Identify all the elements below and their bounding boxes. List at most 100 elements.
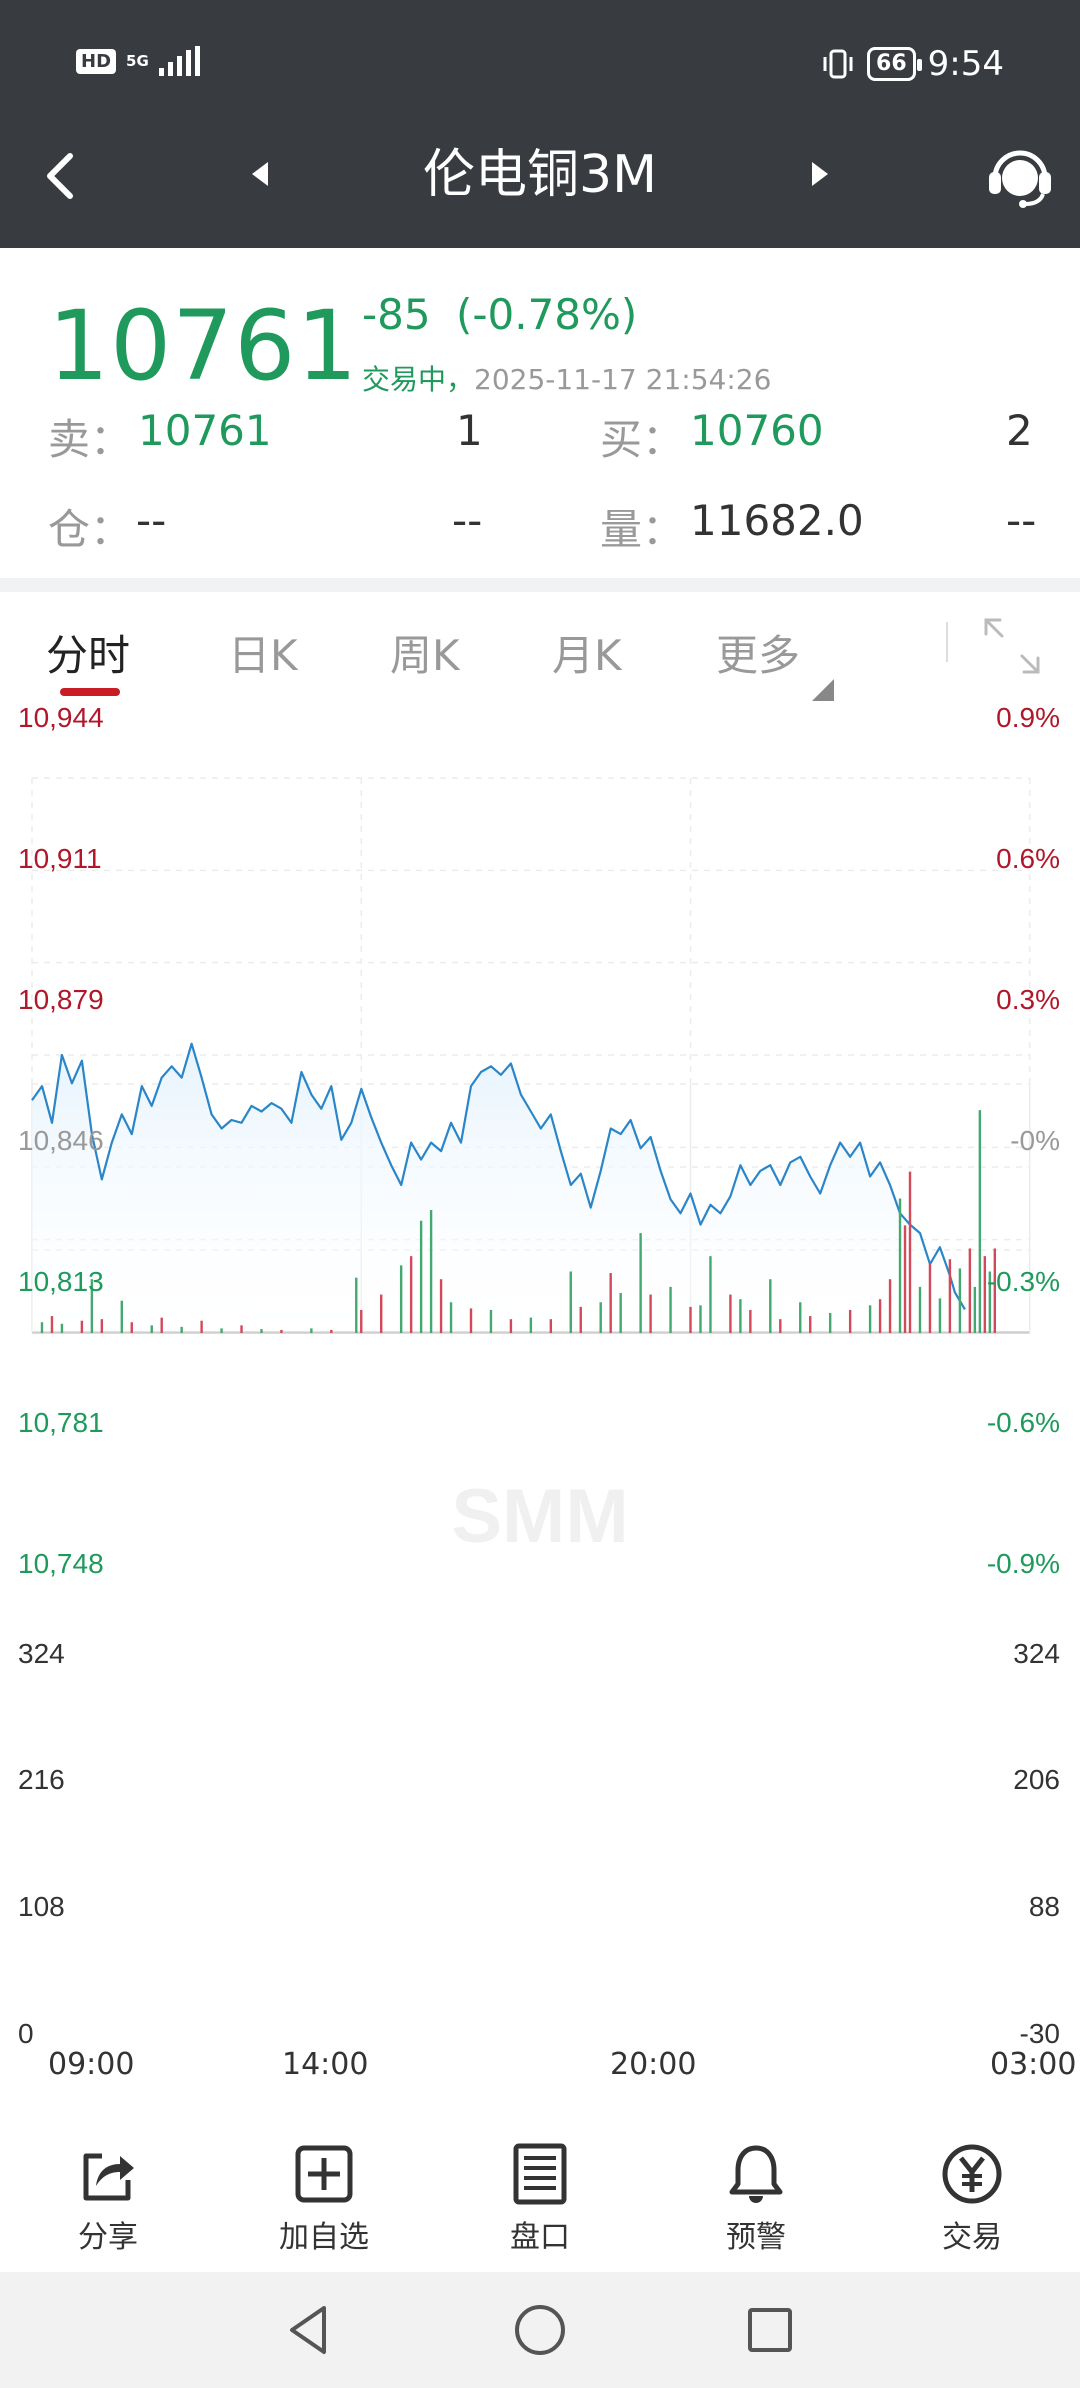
volume-bar — [549, 1319, 553, 1333]
volume-bar — [380, 1294, 383, 1333]
volume-bar — [968, 1248, 972, 1333]
volume-bar — [409, 1256, 413, 1333]
volume-bar — [569, 1271, 572, 1333]
volume-bar — [120, 1300, 123, 1333]
volume-bar — [828, 1313, 832, 1333]
pct-axis-label: 0.6% — [996, 843, 1060, 874]
volume-bar — [739, 1299, 742, 1333]
volume-bar — [978, 1110, 982, 1333]
order-book-icon — [513, 2143, 567, 2205]
volume-bar — [160, 1317, 163, 1333]
volume-bar — [150, 1325, 153, 1333]
next-contract-icon[interactable] — [800, 154, 840, 194]
customer-service-icon[interactable] — [985, 138, 1055, 212]
volume-bar — [639, 1233, 642, 1333]
volume-axis-label: 108 — [18, 1891, 65, 1922]
time-axis-label: 20:00 — [610, 2047, 697, 2082]
yen-icon — [942, 2144, 1002, 2204]
volume-bar — [983, 1256, 987, 1333]
prev-contract-icon[interactable] — [240, 154, 280, 194]
back-icon[interactable] — [26, 140, 96, 210]
volume-bar — [355, 1277, 358, 1333]
volume-axis-label: 0 — [18, 2018, 34, 2049]
volume-bar — [579, 1306, 582, 1333]
battery-icon: 66 — [867, 47, 922, 81]
volume-bar — [330, 1329, 333, 1333]
volume-bar — [779, 1319, 782, 1333]
volume-bar — [60, 1323, 64, 1333]
trade-button[interactable]: 交易 — [902, 2142, 1042, 2256]
system-recents-icon[interactable] — [740, 2300, 800, 2360]
volume-bar — [689, 1306, 692, 1333]
intraday-chart[interactable]: SMM 10,944 10,911 10,879 10,846 10,813 1… — [0, 702, 1080, 2082]
volume-bar — [699, 1305, 702, 1333]
volume-bar — [799, 1302, 802, 1333]
price-axis-label: 10,911 — [18, 843, 102, 874]
volume-bar — [429, 1210, 433, 1333]
tab-intraday[interactable]: 分时 — [46, 622, 130, 683]
volume-bar — [973, 1286, 977, 1333]
volume-bar — [220, 1328, 223, 1333]
price-axis-label: 10,879 — [18, 984, 104, 1015]
fullscreen-icon[interactable] — [980, 614, 1044, 678]
sell-qty: 1 — [456, 406, 483, 455]
change-value: -85 — [362, 290, 431, 339]
price-area — [32, 1043, 965, 1332]
active-tab-indicator — [60, 688, 120, 696]
volume-axis-label: 324 — [18, 1638, 65, 1669]
page-title: 伦电铜3M — [423, 145, 657, 205]
nav-bar: 伦电铜3M — [0, 130, 1080, 248]
tab-more[interactable]: 更多 — [716, 622, 800, 683]
position-label: 仓： — [48, 505, 133, 554]
volume-bar — [898, 1198, 902, 1333]
alert-button[interactable]: 预警 — [686, 2142, 826, 2256]
add-watchlist-button[interactable]: 加自选 — [254, 2142, 394, 2256]
tab-weekly-k[interactable]: 周K — [390, 622, 460, 683]
volume-change: -- — [1006, 496, 1037, 545]
order-book-button[interactable]: 盘口 — [470, 2142, 610, 2256]
volume-bar — [709, 1256, 712, 1333]
volume-bar — [529, 1317, 533, 1333]
share-icon — [83, 2153, 134, 2201]
last-price: 10761 — [48, 290, 359, 402]
signal-icon — [158, 46, 200, 76]
volume-bar — [903, 1225, 907, 1333]
alert-label: 预警 — [726, 2220, 786, 2255]
pct-axis-label: 0.3% — [996, 984, 1060, 1015]
network-label: 5G — [126, 51, 149, 70]
volume-bar — [848, 1309, 852, 1333]
system-nav-bar — [0, 2272, 1080, 2388]
chart-tabs: 分时 日K 周K 月K 更多 — [0, 592, 1080, 702]
price-axis-label: 10,781 — [18, 1407, 104, 1438]
position-value: -- — [136, 496, 167, 545]
volume-bar — [280, 1329, 283, 1333]
volume-bar — [938, 1298, 942, 1333]
system-home-icon[interactable] — [510, 2300, 570, 2360]
status-left: HD 5G — [76, 46, 200, 76]
volume-bar — [240, 1325, 243, 1333]
volume-bar — [100, 1319, 104, 1333]
hd-badge: HD — [76, 48, 117, 74]
volume-bar — [918, 1286, 922, 1333]
trading-status: 交易中，2025-11-17 21:54:26 — [362, 358, 771, 398]
quote-panel: 10761 -85 (-0.78%) 交易中，2025-11-17 21:54:… — [0, 248, 1080, 578]
more-caret-icon — [812, 679, 834, 701]
tab-daily-k[interactable]: 日K — [228, 622, 298, 683]
bell-icon — [729, 2145, 783, 2203]
share-button[interactable]: 分享 — [38, 2142, 178, 2256]
tab-monthly-k[interactable]: 月K — [552, 622, 622, 683]
price-axis-label: 10,748 — [18, 1548, 104, 1579]
position-change: -- — [452, 496, 483, 545]
volume-bar — [489, 1309, 493, 1333]
price-axis-label: 10,846 — [18, 1125, 104, 1156]
volume-axis-label: 324 — [1013, 1638, 1060, 1669]
section-divider — [0, 578, 1080, 592]
buy-label: 买： — [600, 415, 685, 464]
buy-price: 10760 — [690, 406, 824, 455]
pct-axis-label: -0.6% — [986, 1407, 1060, 1438]
system-back-icon[interactable] — [278, 2300, 338, 2360]
trade-label: 交易 — [942, 2220, 1002, 2255]
share-label: 分享 — [78, 2220, 138, 2255]
clock: 9:54 — [927, 44, 1004, 84]
volume-bar — [599, 1302, 602, 1333]
